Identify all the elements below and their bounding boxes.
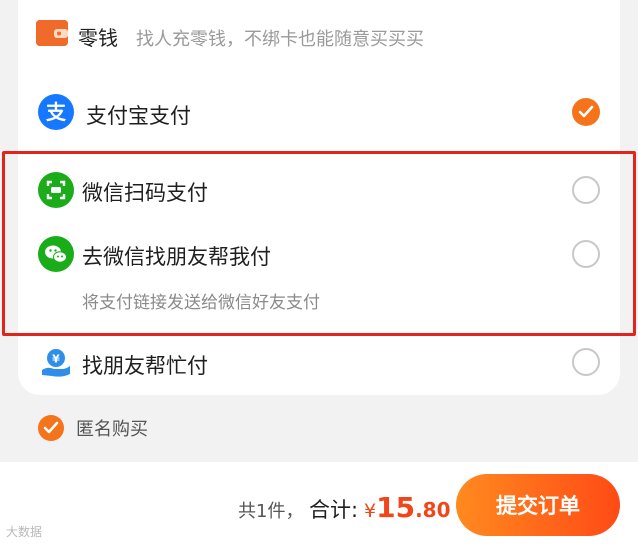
price-currency: ¥ — [364, 500, 377, 522]
payment-option-change-hint: 找人充零钱，不绑卡也能随意买买买 — [136, 29, 424, 50]
payment-option-friend-help[interactable]: ¥ 找朋友帮忙付 — [18, 340, 620, 388]
anonymous-label: 匿名购买 — [76, 419, 148, 440]
payment-option-alipay-radio[interactable] — [572, 98, 600, 126]
payment-option-friend-help-radio[interactable] — [572, 348, 600, 376]
payment-option-alipay-label: 支付宝支付 — [86, 104, 191, 128]
wechat-options-highlight-box — [2, 151, 636, 336]
svg-text:支: 支 — [46, 100, 67, 124]
payment-option-change-label: 零钱 — [78, 26, 118, 50]
anonymous-purchase-toggle[interactable]: 匿名购买 — [38, 415, 148, 441]
price-integer: 15 — [376, 491, 416, 524]
payment-option-change[interactable]: 零钱 找人充零钱，不绑卡也能随意买买买 — [18, 16, 620, 56]
submit-order-button[interactable]: 提交订单 — [456, 474, 620, 536]
yuan-hand-icon: ¥ — [38, 344, 74, 380]
item-count: 共1件， — [238, 501, 304, 522]
total-price: ¥15.80 — [364, 491, 451, 524]
watermark: 大数据 — [6, 525, 43, 539]
svg-text:¥: ¥ — [52, 353, 60, 366]
payment-option-friend-help-label: 找朋友帮忙付 — [82, 354, 208, 378]
wallet-icon — [36, 20, 68, 46]
price-decimal: .80 — [415, 498, 451, 522]
payment-option-alipay[interactable]: 支 支付宝支付 — [18, 88, 620, 136]
alipay-icon: 支 — [38, 94, 74, 130]
anonymous-checkbox[interactable] — [38, 415, 64, 441]
total-label: 合计: — [309, 498, 359, 522]
